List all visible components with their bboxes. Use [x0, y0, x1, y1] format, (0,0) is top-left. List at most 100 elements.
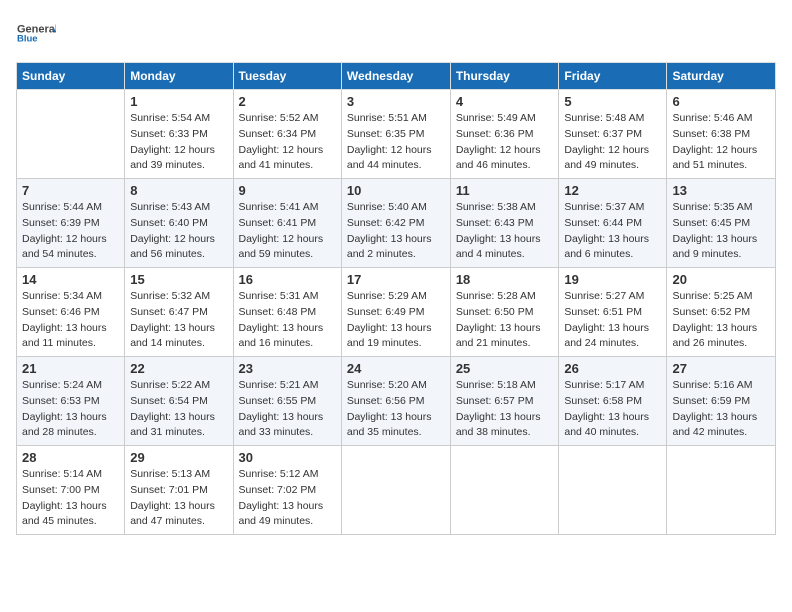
header-row: SundayMondayTuesdayWednesdayThursdayFrid…	[17, 63, 776, 90]
logo-svg: General Blue	[16, 16, 56, 52]
day-number: 14	[22, 272, 119, 287]
day-info: Sunrise: 5:16 AM Sunset: 6:59 PM Dayligh…	[672, 378, 770, 441]
calendar-cell: 14 Sunrise: 5:34 AM Sunset: 6:46 PM Dayli…	[17, 268, 125, 357]
day-info: Sunrise: 5:34 AM Sunset: 6:46 PM Dayligh…	[22, 289, 119, 352]
day-info: Sunrise: 5:52 AM Sunset: 6:34 PM Dayligh…	[239, 111, 336, 174]
day-info: Sunrise: 5:54 AM Sunset: 6:33 PM Dayligh…	[130, 111, 227, 174]
calendar-cell: 1 Sunrise: 5:54 AM Sunset: 6:33 PM Daylig…	[125, 90, 233, 179]
calendar-cell: 25 Sunrise: 5:18 AM Sunset: 6:57 PM Dayli…	[450, 357, 559, 446]
day-info: Sunrise: 5:13 AM Sunset: 7:01 PM Dayligh…	[130, 467, 227, 530]
day-info: Sunrise: 5:14 AM Sunset: 7:00 PM Dayligh…	[22, 467, 119, 530]
calendar-cell: 3 Sunrise: 5:51 AM Sunset: 6:35 PM Daylig…	[341, 90, 450, 179]
week-row-3: 14 Sunrise: 5:34 AM Sunset: 6:46 PM Dayli…	[17, 268, 776, 357]
day-info: Sunrise: 5:35 AM Sunset: 6:45 PM Dayligh…	[672, 200, 770, 263]
calendar-cell: 26Sunrise: 5:17 AM Sunset: 6:58 PM Dayli…	[559, 357, 667, 446]
weekday-header-thursday: Thursday	[450, 63, 559, 90]
day-number: 21	[22, 361, 119, 376]
day-number: 18	[456, 272, 554, 287]
calendar-cell: 9 Sunrise: 5:41 AM Sunset: 6:41 PM Daylig…	[233, 179, 341, 268]
day-info: Sunrise: 5:32 AM Sunset: 6:47 PM Dayligh…	[130, 289, 227, 352]
calendar-cell	[667, 446, 776, 535]
day-info: Sunrise: 5:37 AM Sunset: 6:44 PM Dayligh…	[564, 200, 661, 263]
day-info: Sunrise: 5:20 AM Sunset: 6:56 PM Dayligh…	[347, 378, 445, 441]
weekday-header-tuesday: Tuesday	[233, 63, 341, 90]
day-info: Sunrise: 5:49 AM Sunset: 6:36 PM Dayligh…	[456, 111, 554, 174]
calendar-cell: 5 Sunrise: 5:48 AM Sunset: 6:37 PM Daylig…	[559, 90, 667, 179]
day-number: 27	[672, 361, 770, 376]
day-info: Sunrise: 5:43 AM Sunset: 6:40 PM Dayligh…	[130, 200, 227, 263]
day-info: Sunrise: 5:41 AM Sunset: 6:41 PM Dayligh…	[239, 200, 336, 263]
calendar-cell: 29 Sunrise: 5:13 AM Sunset: 7:01 PM Dayli…	[125, 446, 233, 535]
day-info: Sunrise: 5:44 AM Sunset: 6:39 PM Dayligh…	[22, 200, 119, 263]
calendar-cell: 6 Sunrise: 5:46 AM Sunset: 6:38 PM Daylig…	[667, 90, 776, 179]
weekday-header-wednesday: Wednesday	[341, 63, 450, 90]
logo: General Blue	[16, 16, 56, 52]
calendar-cell: 18 Sunrise: 5:28 AM Sunset: 6:50 PM Dayli…	[450, 268, 559, 357]
calendar-cell: 15 Sunrise: 5:32 AM Sunset: 6:47 PM Dayli…	[125, 268, 233, 357]
day-info: Sunrise: 5:18 AM Sunset: 6:57 PM Dayligh…	[456, 378, 554, 441]
day-number: 29	[130, 450, 227, 465]
calendar-cell: 13 Sunrise: 5:35 AM Sunset: 6:45 PM Dayli…	[667, 179, 776, 268]
calendar-cell: 24 Sunrise: 5:20 AM Sunset: 6:56 PM Dayli…	[341, 357, 450, 446]
day-number: 6	[672, 94, 770, 109]
calendar-cell: 7 Sunrise: 5:44 AM Sunset: 6:39 PM Daylig…	[17, 179, 125, 268]
day-number: 25	[456, 361, 554, 376]
calendar-cell: 21 Sunrise: 5:24 AM Sunset: 6:53 PM Dayli…	[17, 357, 125, 446]
week-row-2: 7 Sunrise: 5:44 AM Sunset: 6:39 PM Daylig…	[17, 179, 776, 268]
day-number: 2	[239, 94, 336, 109]
day-info: Sunrise: 5:48 AM Sunset: 6:37 PM Dayligh…	[564, 111, 661, 174]
day-number: 19	[564, 272, 661, 287]
day-number: 7	[22, 183, 119, 198]
day-number: 24	[347, 361, 445, 376]
calendar-cell: 11 Sunrise: 5:38 AM Sunset: 6:43 PM Dayli…	[450, 179, 559, 268]
calendar-cell: 30 Sunrise: 5:12 AM Sunset: 7:02 PM Dayli…	[233, 446, 341, 535]
day-info: Sunrise: 5:29 AM Sunset: 6:49 PM Dayligh…	[347, 289, 445, 352]
day-number: 5	[564, 94, 661, 109]
day-number: 17	[347, 272, 445, 287]
header: General Blue	[16, 16, 776, 52]
calendar-cell	[559, 446, 667, 535]
day-info: Sunrise: 5:12 AM Sunset: 7:02 PM Dayligh…	[239, 467, 336, 530]
day-info: Sunrise: 5:28 AM Sunset: 6:50 PM Dayligh…	[456, 289, 554, 352]
day-info: Sunrise: 5:27 AM Sunset: 6:51 PM Dayligh…	[564, 289, 661, 352]
calendar-cell: 20 Sunrise: 5:25 AM Sunset: 6:52 PM Dayli…	[667, 268, 776, 357]
day-info: Sunrise: 5:46 AM Sunset: 6:38 PM Dayligh…	[672, 111, 770, 174]
calendar-table: SundayMondayTuesdayWednesdayThursdayFrid…	[16, 62, 776, 535]
weekday-header-sunday: Sunday	[17, 63, 125, 90]
day-number: 1	[130, 94, 227, 109]
calendar-cell: 12 Sunrise: 5:37 AM Sunset: 6:44 PM Dayli…	[559, 179, 667, 268]
calendar-cell: 28Sunrise: 5:14 AM Sunset: 7:00 PM Dayli…	[17, 446, 125, 535]
day-number: 26	[564, 361, 661, 376]
calendar-cell: 4 Sunrise: 5:49 AM Sunset: 6:36 PM Daylig…	[450, 90, 559, 179]
day-info: Sunrise: 5:40 AM Sunset: 6:42 PM Dayligh…	[347, 200, 445, 263]
day-number: 22	[130, 361, 227, 376]
calendar-cell: 8Sunrise: 5:43 AM Sunset: 6:40 PM Daylig…	[125, 179, 233, 268]
week-row-5: 28Sunrise: 5:14 AM Sunset: 7:00 PM Dayli…	[17, 446, 776, 535]
day-info: Sunrise: 5:51 AM Sunset: 6:35 PM Dayligh…	[347, 111, 445, 174]
day-number: 23	[239, 361, 336, 376]
day-info: Sunrise: 5:38 AM Sunset: 6:43 PM Dayligh…	[456, 200, 554, 263]
week-row-1: 1 Sunrise: 5:54 AM Sunset: 6:33 PM Daylig…	[17, 90, 776, 179]
calendar-cell: 17 Sunrise: 5:29 AM Sunset: 6:49 PM Dayli…	[341, 268, 450, 357]
day-number: 15	[130, 272, 227, 287]
day-info: Sunrise: 5:21 AM Sunset: 6:55 PM Dayligh…	[239, 378, 336, 441]
day-number: 12	[564, 183, 661, 198]
day-info: Sunrise: 5:22 AM Sunset: 6:54 PM Dayligh…	[130, 378, 227, 441]
day-number: 30	[239, 450, 336, 465]
svg-text:Blue: Blue	[17, 34, 38, 45]
day-number: 11	[456, 183, 554, 198]
day-info: Sunrise: 5:25 AM Sunset: 6:52 PM Dayligh…	[672, 289, 770, 352]
calendar-cell: 22 Sunrise: 5:22 AM Sunset: 6:54 PM Dayli…	[125, 357, 233, 446]
day-number: 4	[456, 94, 554, 109]
day-number: 3	[347, 94, 445, 109]
weekday-header-monday: Monday	[125, 63, 233, 90]
day-number: 20	[672, 272, 770, 287]
calendar-cell: 16Sunrise: 5:31 AM Sunset: 6:48 PM Dayli…	[233, 268, 341, 357]
weekday-header-friday: Friday	[559, 63, 667, 90]
day-number: 9	[239, 183, 336, 198]
day-info: Sunrise: 5:24 AM Sunset: 6:53 PM Dayligh…	[22, 378, 119, 441]
calendar-cell: 27 Sunrise: 5:16 AM Sunset: 6:59 PM Dayli…	[667, 357, 776, 446]
day-number: 13	[672, 183, 770, 198]
day-info: Sunrise: 5:31 AM Sunset: 6:48 PM Dayligh…	[239, 289, 336, 352]
calendar-cell: 2 Sunrise: 5:52 AM Sunset: 6:34 PM Daylig…	[233, 90, 341, 179]
